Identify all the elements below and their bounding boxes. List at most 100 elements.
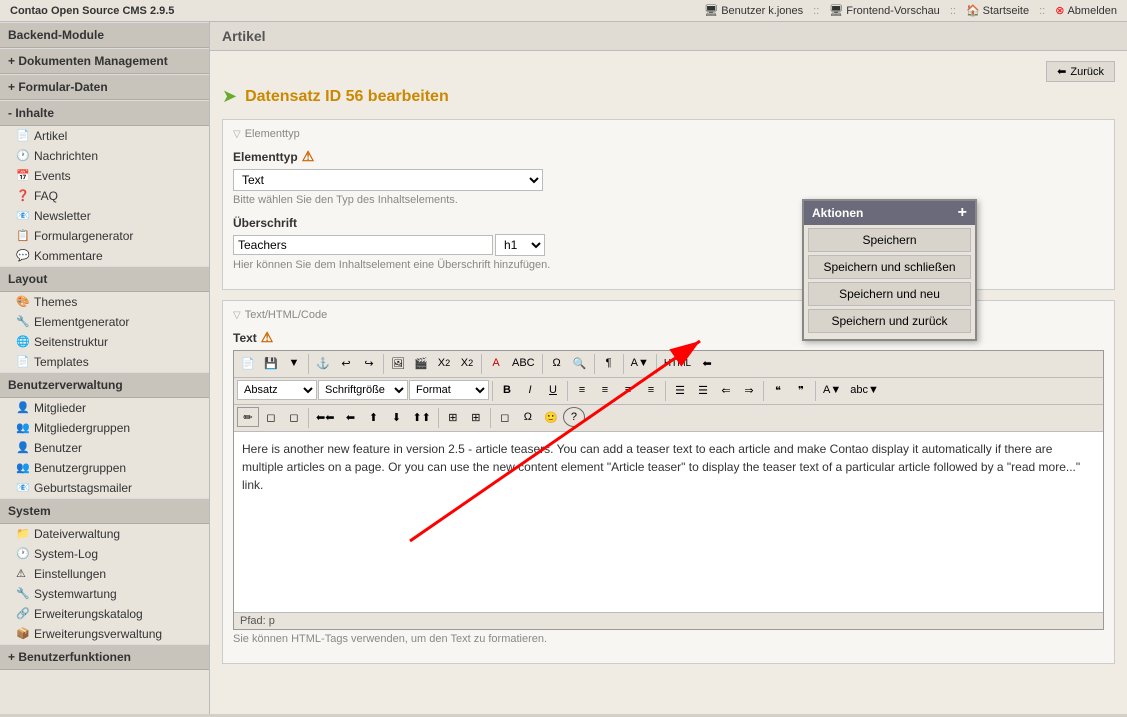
- elementtyp-section: Elementtyp Elementtyp ⚠ Text Bitte wähle…: [222, 119, 1115, 290]
- sidebar-section-dokumenten[interactable]: + Dokumenten Management: [0, 48, 209, 74]
- fontsize-select[interactable]: Schriftgröße: [318, 380, 408, 400]
- sidebar-section-benutzerverwaltung[interactable]: Benutzerverwaltung: [0, 372, 209, 398]
- speichern-schliessen-button[interactable]: Speichern und schließen: [808, 255, 971, 279]
- sidebar-item-benutzergruppen[interactable]: 👥 Benutzergruppen: [0, 458, 209, 478]
- editor-new-doc-btn[interactable]: 📄: [237, 353, 259, 373]
- speichern-neu-button[interactable]: Speichern und neu: [808, 282, 971, 306]
- editor-undo-btn[interactable]: ↩: [335, 353, 357, 373]
- editor-source-btn[interactable]: ⬅: [696, 353, 718, 373]
- frontend-vorschau-link[interactable]: 🖥 Frontend-Vorschau: [829, 4, 940, 17]
- abmelden-link[interactable]: ⊗ Abmelden: [1055, 4, 1117, 17]
- editor-help-btn[interactable]: ?: [563, 407, 585, 427]
- editor-edit-btn[interactable]: ✏: [237, 407, 259, 427]
- paragraph-style-select[interactable]: Absatz: [237, 380, 317, 400]
- align-justify-button[interactable]: ≡: [640, 380, 662, 400]
- sidebar-item-erweiterungskatalog[interactable]: 🔗 Erweiterungskatalog: [0, 604, 209, 624]
- underline-button[interactable]: U: [542, 380, 564, 400]
- toolbar-sep2: [383, 354, 384, 374]
- sidebar-item-nachrichten[interactable]: 🕐 Nachrichten: [0, 146, 209, 166]
- editor-nonbreak-btn[interactable]: ¶: [598, 353, 620, 373]
- sidebar-item-einstellungen[interactable]: ⚠ Einstellungen: [0, 564, 209, 584]
- sidebar-item-systemwartung[interactable]: 🔧 Systemwartung: [0, 584, 209, 604]
- editor-table-btn[interactable]: ⊞: [442, 407, 464, 427]
- editor-layer-btn[interactable]: ◻: [494, 407, 516, 427]
- toolbar-sep14: [438, 408, 439, 428]
- editor-btn8[interactable]: ⬆⬆: [408, 407, 434, 427]
- editor-charmap2-btn[interactable]: Ω: [517, 407, 539, 427]
- editor-html-btn[interactable]: HTML: [660, 353, 695, 373]
- sidebar-item-geburtstagsmailer[interactable]: 📧 Geburtstagsmailer: [0, 478, 209, 498]
- sidebar-item-faq[interactable]: ❓ FAQ: [0, 186, 209, 206]
- sidebar-item-dateiverwaltung[interactable]: 📁 Dateiverwaltung: [0, 524, 209, 544]
- sidebar-item-themes[interactable]: 🎨 Themes: [0, 292, 209, 312]
- speichern-zurueck-button[interactable]: Speichern und zurück: [808, 309, 971, 333]
- align-left-button[interactable]: ≡: [571, 380, 593, 400]
- editor-style-btn[interactable]: ▼: [283, 353, 305, 373]
- editor-smiley-btn[interactable]: 🙂: [540, 407, 562, 427]
- sidebar-item-events[interactable]: 📅 Events: [0, 166, 209, 186]
- sidebar-item-newsletter[interactable]: 📧 Newsletter: [0, 206, 209, 226]
- list-ol-button[interactable]: ☰: [692, 380, 714, 400]
- editor-subscript-btn[interactable]: X2: [433, 353, 455, 373]
- fg-color-button[interactable]: A▼: [819, 380, 845, 400]
- editor-btn5[interactable]: ⬅: [339, 407, 361, 427]
- sidebar-item-mitgliedergruppen[interactable]: 👥 Mitgliedergruppen: [0, 418, 209, 438]
- align-center-button[interactable]: ≡: [594, 380, 616, 400]
- sidebar-item-erweiterungsverwaltung[interactable]: 📦 Erweiterungsverwaltung: [0, 624, 209, 644]
- back-button[interactable]: ⬅ Zurück: [1046, 61, 1115, 82]
- sidebar-item-elementgenerator[interactable]: 🔧 Elementgenerator: [0, 312, 209, 332]
- format-select[interactable]: Format: [409, 380, 489, 400]
- elementtyp-select[interactable]: Text: [233, 169, 543, 191]
- sidebar-item-artikel[interactable]: 📄 Artikel: [0, 126, 209, 146]
- bg-color-button[interactable]: abc▼: [846, 380, 883, 400]
- editor-image-btn[interactable]: 🖼: [387, 353, 409, 373]
- ueberschrift-input[interactable]: [233, 235, 493, 255]
- blockquote2-button[interactable]: ❞: [790, 380, 812, 400]
- sidebar-item-kommentare[interactable]: 💬 Kommentare: [0, 246, 209, 266]
- sidebar-item-templates[interactable]: 📄 Templates: [0, 352, 209, 372]
- blockquote-button[interactable]: ❝: [767, 380, 789, 400]
- back-arrow-icon: ⬅: [1057, 65, 1066, 78]
- sidebar-section-layout[interactable]: Layout: [0, 266, 209, 292]
- editor-btn6[interactable]: ⬆: [362, 407, 384, 427]
- sidebar-item-mitglieder[interactable]: 👤 Mitglieder: [0, 398, 209, 418]
- aktionen-plus-button[interactable]: +: [958, 205, 967, 221]
- editor-color1-btn[interactable]: A: [485, 353, 507, 373]
- align-right-button[interactable]: ≡: [617, 380, 639, 400]
- sidebar-section-formular[interactable]: + Formular-Daten: [0, 74, 209, 100]
- editor-color2-btn[interactable]: A▼: [627, 353, 653, 373]
- editor-spellcheck-btn[interactable]: ABC: [508, 353, 539, 373]
- editor-search-btn[interactable]: 🔍: [569, 353, 591, 373]
- sidebar-section-inhalte[interactable]: - Inhalte: [0, 100, 209, 126]
- editor-redo-btn[interactable]: ↪: [358, 353, 380, 373]
- topbar-user[interactable]: 🖥 Benutzer k.jones: [704, 4, 803, 17]
- editor-btn2[interactable]: ◻: [260, 407, 282, 427]
- editor-superscript-btn[interactable]: X2: [456, 353, 478, 373]
- editor-btn3[interactable]: ◻: [283, 407, 305, 427]
- mitgliedergruppen-icon: 👥: [16, 421, 30, 435]
- sidebar-section-benutzerfunktionen[interactable]: + Benutzerfunktionen: [0, 644, 209, 670]
- bold-button[interactable]: B: [496, 380, 518, 400]
- sidebar-section-system[interactable]: System: [0, 498, 209, 524]
- sidebar-item-benutzer[interactable]: 👤 Benutzer: [0, 438, 209, 458]
- italic-button[interactable]: I: [519, 380, 541, 400]
- editor-table2-btn[interactable]: ⊞: [465, 407, 487, 427]
- startseite-link[interactable]: 🏠 Startseite: [966, 4, 1029, 17]
- sidebar-item-system-log[interactable]: 🕐 System-Log: [0, 544, 209, 564]
- outdent-button[interactable]: ⇐: [715, 380, 737, 400]
- editor-save-btn[interactable]: 💾: [260, 353, 282, 373]
- editor-btn4[interactable]: ⬅⬅: [312, 407, 338, 427]
- sidebar-item-formulargenerator[interactable]: 📋 Formulargenerator: [0, 226, 209, 246]
- indent-button[interactable]: ⇒: [738, 380, 760, 400]
- sidebar: Backend-Module + Dokumenten Management +…: [0, 22, 210, 714]
- editor-content[interactable]: Here is another new feature in version 2…: [234, 432, 1103, 612]
- editor-btn7[interactable]: ⬇: [385, 407, 407, 427]
- sidebar-item-seitenstruktur[interactable]: 🌐 Seitenstruktur: [0, 332, 209, 352]
- speichern-button[interactable]: Speichern: [808, 228, 971, 252]
- editor-link-btn[interactable]: ⚓: [312, 353, 334, 373]
- editor-charmap-btn[interactable]: Ω: [546, 353, 568, 373]
- text-warning-icon: ⚠: [261, 329, 274, 346]
- editor-media-btn[interactable]: 🎬: [410, 353, 432, 373]
- list-ul-button[interactable]: ☰: [669, 380, 691, 400]
- heading-level-select[interactable]: h1 h2 h3: [495, 234, 545, 256]
